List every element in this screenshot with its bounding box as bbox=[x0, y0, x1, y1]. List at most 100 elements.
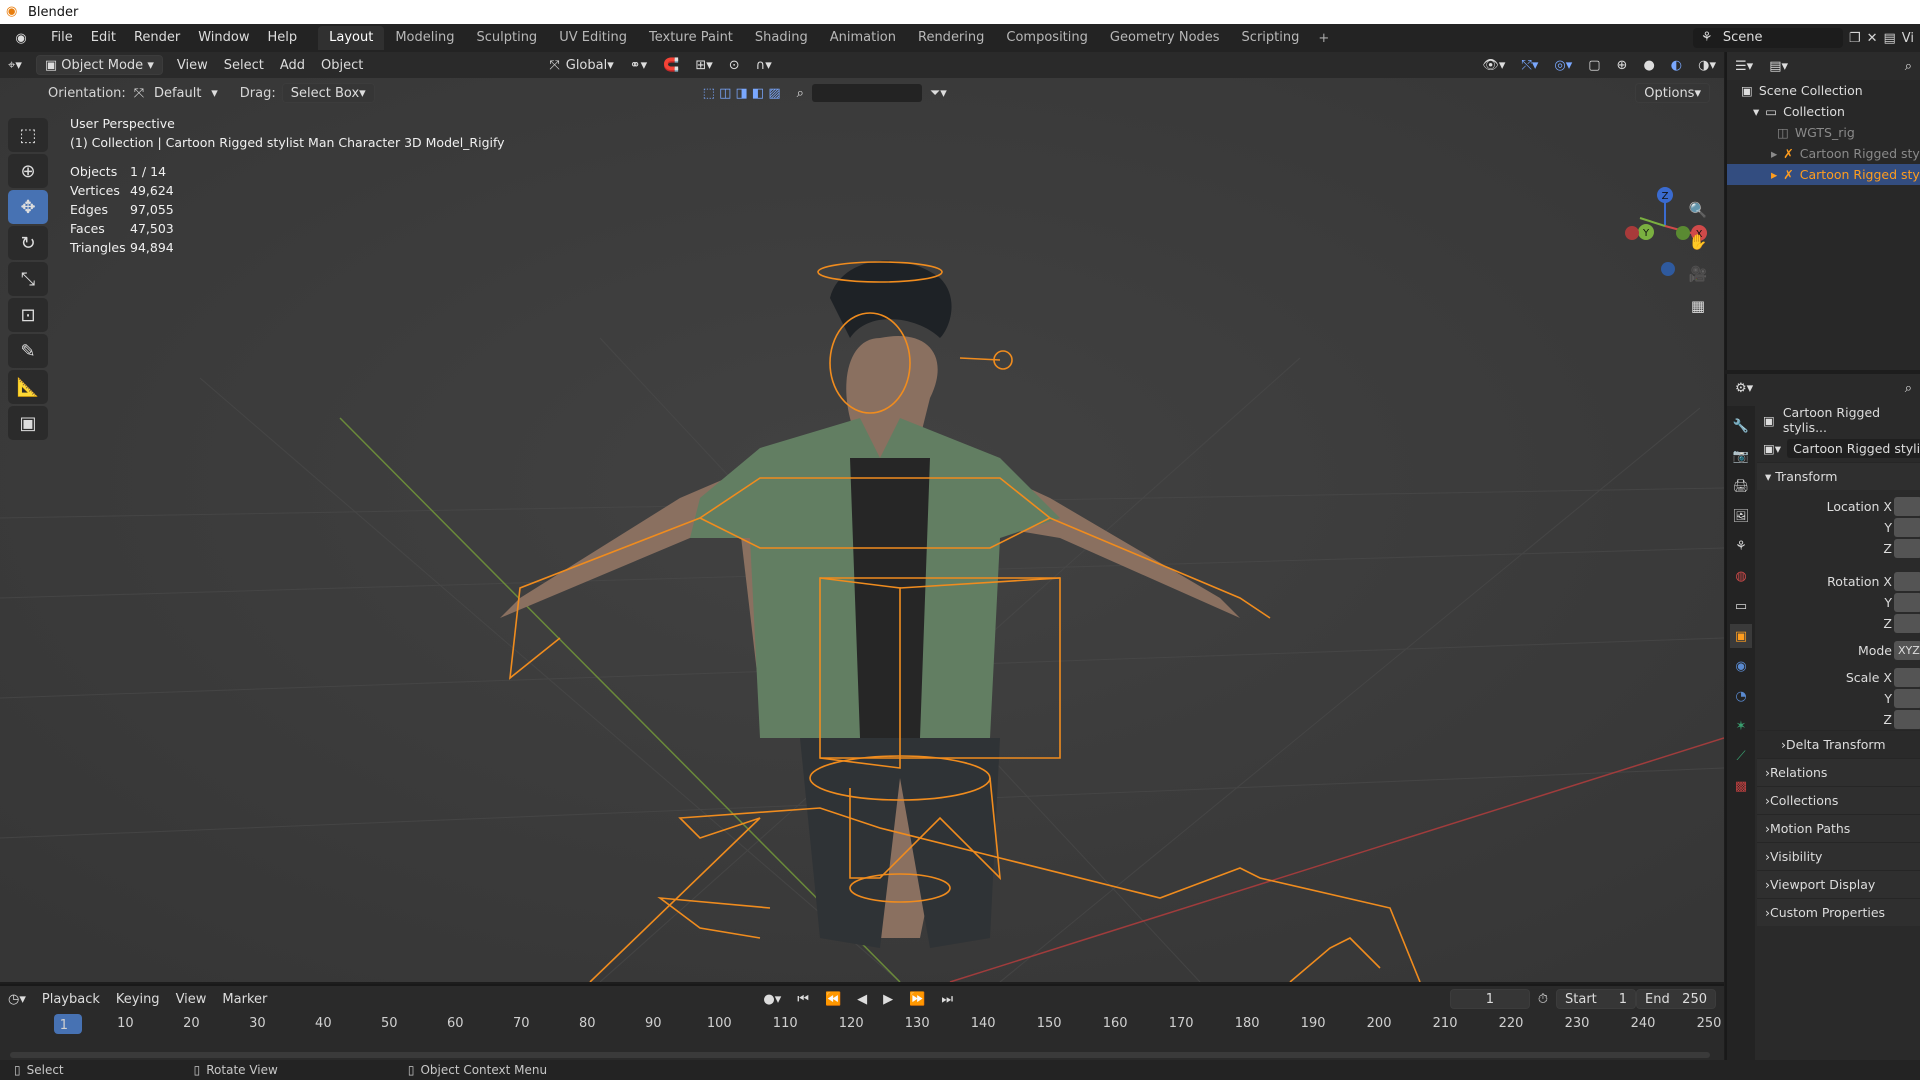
modifier-tab-icon[interactable]: ◉ bbox=[1730, 654, 1752, 678]
panel-collections[interactable]: › Collections bbox=[1757, 786, 1920, 814]
timeline-menu-view[interactable]: View bbox=[168, 989, 215, 1009]
snap-target-icon[interactable]: ⊞▾ bbox=[687, 55, 720, 75]
record-icon[interactable]: ●▾ bbox=[755, 989, 789, 1009]
tab-layout[interactable]: Layout bbox=[318, 26, 385, 50]
viewport-menu-select[interactable]: Select bbox=[216, 55, 272, 75]
viewport-menu-view[interactable]: View bbox=[169, 55, 216, 75]
view-layer-name[interactable]: Vi bbox=[1902, 31, 1914, 46]
transform-orientation-dropdown[interactable]: ⤧ Global ▾ bbox=[541, 55, 621, 75]
blender-menu-icon[interactable]: ◉ bbox=[8, 28, 34, 48]
outliner-search-icon[interactable]: ⌕ bbox=[1897, 56, 1920, 76]
rotate-tool-icon[interactable]: ↻ bbox=[8, 226, 48, 260]
selection-mode-icons[interactable]: ⬚ ◫ ◨ ◧ ▨ bbox=[695, 83, 789, 103]
timeline-scrollbar[interactable] bbox=[10, 1052, 1710, 1058]
solid-shading-icon[interactable]: ● bbox=[1635, 55, 1662, 75]
viewport-search-input[interactable] bbox=[811, 84, 922, 102]
panel-viewport-display[interactable]: › Viewport Display bbox=[1757, 870, 1920, 898]
expand-arrow-icon[interactable]: ▸ bbox=[1771, 167, 1777, 182]
tab-texture-paint[interactable]: Texture Paint bbox=[638, 26, 744, 50]
property-field[interactable] bbox=[1894, 689, 1920, 708]
properties-search-icon[interactable]: ⌕ bbox=[1897, 378, 1920, 398]
annotate-tool-icon[interactable]: ✎ bbox=[8, 334, 48, 368]
timeline-menu-marker[interactable]: Marker bbox=[214, 989, 275, 1009]
expand-arrow-icon[interactable]: ▸ bbox=[1771, 146, 1777, 161]
options-dropdown[interactable]: Options ▾ bbox=[1635, 83, 1710, 103]
viewport-menu-object[interactable]: Object bbox=[313, 55, 371, 75]
tab-modeling[interactable]: Modeling bbox=[384, 26, 465, 50]
property-field[interactable] bbox=[1894, 572, 1920, 591]
tree-arrow-icon[interactable]: ▾ bbox=[1753, 104, 1759, 119]
outliner-row[interactable]: ▾ ▭ Collection bbox=[1727, 101, 1920, 122]
menu-render[interactable]: Render bbox=[125, 30, 189, 45]
property-field[interactable] bbox=[1894, 518, 1920, 537]
viewport-menu-add[interactable]: Add bbox=[272, 55, 313, 75]
end-frame-field[interactable]: End 250 bbox=[1636, 989, 1716, 1009]
filter-icon[interactable]: ⏷▾ bbox=[922, 83, 955, 103]
delta-transform-panel[interactable]: › Delta Transform bbox=[1757, 730, 1920, 758]
tab-uv-editing[interactable]: UV Editing bbox=[548, 26, 638, 50]
data-block-name[interactable]: Cartoon Rigged styli... bbox=[1787, 438, 1920, 458]
menu-edit[interactable]: Edit bbox=[82, 30, 125, 45]
tab-animation[interactable]: Animation bbox=[819, 26, 907, 50]
view-layer-tab-icon[interactable]: 🖼 bbox=[1730, 504, 1752, 528]
zoom-icon[interactable]: 🔍 bbox=[1683, 198, 1713, 221]
snap-icon[interactable]: 🧲 bbox=[655, 55, 687, 75]
measure-tool-icon[interactable]: 📐 bbox=[8, 370, 48, 404]
camera-view-icon[interactable]: 🎥 bbox=[1683, 262, 1713, 285]
data-block-icon[interactable]: ▣▾ bbox=[1763, 441, 1781, 456]
overlay-toggle-icon[interactable]: ◎▾ bbox=[1546, 55, 1580, 75]
timeline-menu-keying[interactable]: Keying bbox=[108, 989, 168, 1009]
start-frame-field[interactable]: Start 1 bbox=[1556, 989, 1636, 1009]
3d-viewport[interactable]: Z X Y ⬚ ⊕ ✥ ↻ ⤡ ⊡ ✎ 📐 ▣ User Perspective… bbox=[0, 78, 1724, 982]
add-cube-tool-icon[interactable]: ▣ bbox=[8, 406, 48, 440]
select-box-tool-icon[interactable]: ⬚ bbox=[8, 118, 48, 152]
preview-range-icon[interactable]: ⏱ bbox=[1530, 989, 1556, 1009]
timeline-menu-playback[interactable]: Playback bbox=[34, 989, 108, 1009]
drag-dropdown[interactable]: Select Box ▾ bbox=[281, 83, 375, 103]
gizmo-toggle-icon[interactable]: ⤲▾ bbox=[1513, 55, 1546, 75]
wireframe-shading-icon[interactable]: ⊕ bbox=[1609, 55, 1636, 75]
tab-scripting[interactable]: Scripting bbox=[1231, 26, 1311, 50]
remove-scene-icon[interactable]: ✕ bbox=[1867, 31, 1878, 46]
next-keyframe-icon[interactable]: ⏩ bbox=[901, 989, 933, 1009]
proportional-edit-icon[interactable]: ⊙ bbox=[721, 55, 748, 75]
properties-editor-icon[interactable]: ⚙▾ bbox=[1727, 378, 1761, 398]
editor-type-icon[interactable]: ⌖▾ bbox=[0, 55, 30, 75]
outliner-row[interactable]: ▣ Scene Collection bbox=[1727, 80, 1920, 101]
add-workspace-button[interactable]: + bbox=[1310, 31, 1337, 46]
object-name[interactable]: Cartoon Rigged stylis... bbox=[1783, 405, 1920, 435]
outliner-row[interactable]: ▸ ✗ Cartoon Rigged stylist bbox=[1727, 143, 1920, 164]
bone-tab-icon[interactable]: ⟋ bbox=[1730, 744, 1752, 768]
timeline-editor-icon[interactable]: ◷▾ bbox=[0, 989, 34, 1009]
property-field[interactable] bbox=[1894, 593, 1920, 612]
render-tab-icon[interactable]: 📷 bbox=[1730, 444, 1752, 468]
rendered-shading-icon[interactable]: ◑▾ bbox=[1690, 55, 1724, 75]
menu-window[interactable]: Window bbox=[189, 30, 258, 45]
mode-dropdown[interactable]: ▣ Object Mode ▾ bbox=[35, 55, 163, 75]
pan-hand-icon[interactable]: ✋ bbox=[1683, 230, 1713, 253]
world-tab-icon[interactable]: ◍ bbox=[1730, 564, 1752, 588]
property-field[interactable] bbox=[1894, 710, 1920, 729]
tab-geometry-nodes[interactable]: Geometry Nodes bbox=[1099, 26, 1231, 50]
property-field[interactable] bbox=[1894, 614, 1920, 633]
menu-file[interactable]: File bbox=[42, 30, 82, 45]
panel-visibility[interactable]: › Visibility bbox=[1757, 842, 1920, 870]
collection-tab-icon[interactable]: ▭ bbox=[1730, 594, 1752, 618]
visibility-icon[interactable]: 👁▾ bbox=[1474, 55, 1513, 75]
object-data-tab-icon[interactable]: ✶ bbox=[1730, 714, 1752, 738]
jump-start-icon[interactable]: ⏮ bbox=[789, 989, 817, 1009]
property-field[interactable]: XYZ bbox=[1894, 641, 1920, 660]
pivot-icon[interactable]: ⚭▾ bbox=[622, 55, 655, 75]
outliner-row[interactable]: ◫ WGTS_rig bbox=[1727, 122, 1920, 143]
move-tool-icon[interactable]: ✥ bbox=[8, 190, 48, 224]
texture-tab-icon[interactable]: ▩ bbox=[1730, 774, 1752, 798]
outliner-editor-icon[interactable]: ☰▾ bbox=[1727, 56, 1761, 76]
outliner-row[interactable]: ▸ ✗ Cartoon Rigged stylist bbox=[1727, 164, 1920, 185]
property-field[interactable] bbox=[1894, 539, 1920, 558]
falloff-icon[interactable]: ∩▾ bbox=[748, 55, 780, 75]
xray-icon[interactable]: ▢ bbox=[1580, 55, 1608, 75]
playhead[interactable]: 1 bbox=[54, 1014, 82, 1034]
tab-compositing[interactable]: Compositing bbox=[995, 26, 1099, 50]
prev-keyframe-icon[interactable]: ⏪ bbox=[817, 989, 849, 1009]
panel-custom-properties[interactable]: › Custom Properties bbox=[1757, 898, 1920, 926]
